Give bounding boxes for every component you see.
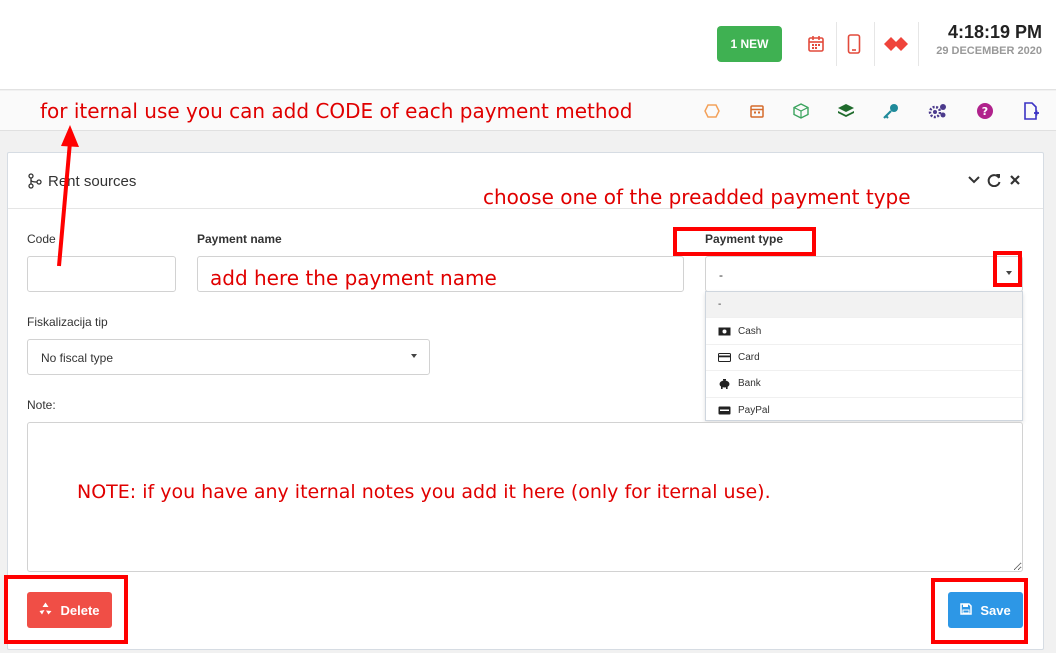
code-annotation: for iternal use you can add CODE of each…: [40, 99, 633, 123]
refresh-icon[interactable]: [986, 172, 1002, 188]
option-label: Bank: [738, 378, 761, 390]
payment-type-selected-value: -: [719, 268, 723, 282]
help-icon[interactable]: ?: [974, 100, 996, 122]
credit-card-icon: [718, 352, 732, 362]
payment-type-option[interactable]: Bank: [706, 371, 1022, 398]
dropdown-toggle-highlight: [993, 251, 1022, 287]
note-label: Note:: [27, 398, 56, 412]
payment-type-annotation: choose one of the preadded payment type: [483, 185, 911, 209]
option-label: Card: [738, 351, 760, 363]
clock-date: 29 DECEMBER 2020: [936, 45, 1042, 57]
payment-type-select[interactable]: -: [705, 256, 1023, 292]
key-icon[interactable]: [880, 100, 902, 122]
payment-type-option[interactable]: -: [706, 292, 1022, 319]
chevron-down-icon[interactable]: [411, 354, 417, 358]
payment-type-option[interactable]: Cash: [706, 318, 1022, 345]
cube-icon[interactable]: [790, 100, 812, 122]
paypal-card-icon: [718, 406, 732, 415]
fiscal-type-select[interactable]: No fiscal type: [27, 339, 430, 375]
svg-text:?: ?: [982, 105, 988, 118]
payment-name-label: Payment name: [197, 232, 282, 246]
payment-name-annotation: add here the payment name: [210, 266, 497, 290]
option-label: -: [718, 299, 722, 311]
branch-icon: [28, 173, 42, 194]
hexagon-icon[interactable]: [701, 100, 723, 122]
layers-icon[interactable]: [835, 100, 857, 122]
chevron-down-icon[interactable]: [966, 172, 982, 188]
close-icon[interactable]: [1007, 172, 1023, 188]
fiscal-type-selected-value: No fiscal type: [41, 351, 114, 365]
new-document-icon[interactable]: [1020, 100, 1042, 122]
fiscal-type-label: Fiskalizacija tip: [27, 315, 108, 329]
mobile-phone-icon[interactable]: [839, 28, 869, 60]
option-label: PayPal: [738, 404, 770, 416]
delete-highlight: [4, 575, 128, 644]
calendar-icon[interactable]: [801, 28, 831, 60]
payment-type-highlight: [673, 227, 816, 256]
top-header: 1 NEW 4:18:19 PM 29 DECEMBER 2020: [0, 0, 1056, 90]
code-label: Code: [27, 232, 56, 246]
option-label: Cash: [738, 325, 762, 337]
piggy-bank-icon: [718, 378, 732, 389]
new-notifications-button[interactable]: 1 NEW: [717, 26, 782, 62]
settings-cogs-icon[interactable]: [927, 100, 949, 122]
panel-title: Rent sources: [48, 173, 137, 190]
note-annotation: NOTE: if you have any iternal notes you …: [77, 481, 771, 503]
cash-icon: [718, 327, 732, 336]
save-highlight: [931, 578, 1028, 644]
code-input[interactable]: [27, 256, 176, 292]
payment-type-option[interactable]: PayPal: [706, 398, 1022, 424]
clock-time: 4:18:19 PM: [947, 22, 1042, 42]
payment-type-dropdown: - Cash Card Bank PayPal: [705, 291, 1023, 424]
payment-type-option[interactable]: Card: [706, 345, 1022, 372]
calendar-icon[interactable]: [746, 100, 768, 122]
